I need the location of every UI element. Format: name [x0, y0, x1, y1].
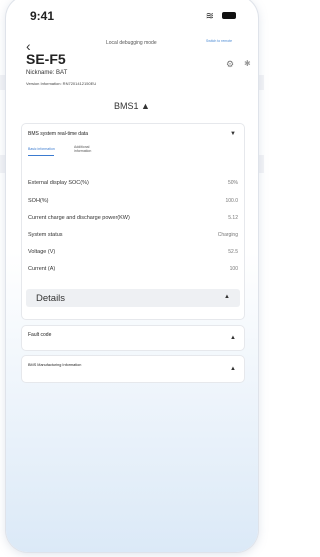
caret-up-icon: ▲ — [230, 335, 236, 341]
row-value: 5.12 — [228, 215, 238, 221]
row-label: SOH(%) — [28, 198, 49, 204]
manufacturing-panel[interactable]: BMS Manufacturing Information ▲ — [22, 356, 244, 382]
manufacturing-title: BMS Manufacturing Information — [28, 363, 82, 367]
row-label: Current charge and discharge power(KW) — [28, 215, 130, 221]
row-value: 100 — [229, 266, 238, 272]
data-row: SOH(%) 100.0 — [28, 198, 238, 209]
details-label: Details — [36, 293, 66, 304]
realtime-panel-title: BMS system real-time data — [28, 131, 89, 137]
data-row: System status Charging — [28, 232, 238, 243]
battery-icon — [222, 12, 236, 19]
gear-icon[interactable]: ⚙ — [226, 59, 234, 70]
mode-label: Local debugging mode — [106, 40, 157, 46]
device-nickname: Nickname: BAT — [26, 70, 68, 76]
data-row: Current charge and discharge power(KW) 5… — [28, 215, 238, 226]
mode-switch-link[interactable]: Switch to remote — [206, 39, 246, 49]
caret-down-icon[interactable]: ▼ — [230, 131, 236, 137]
phone-frame: 9:41 ≋ ‹ Local debugging mode Switch to … — [6, 0, 258, 552]
realtime-panel: BMS system real-time data ▼ Basic inform… — [22, 124, 244, 319]
data-row: Current (A) 100 — [28, 266, 238, 277]
row-label: System status — [28, 232, 63, 238]
bluetooth-icon[interactable]: ✱ — [244, 59, 251, 68]
row-value: Charging — [217, 232, 238, 238]
row-label: Current (A) — [28, 266, 56, 272]
caret-up-icon: ▲ — [224, 294, 230, 300]
tab-basic-info[interactable]: Basic information — [28, 147, 55, 151]
version-info: Version Information: RN7201412150EU — [26, 81, 97, 86]
bms-selector[interactable]: BMS1 ▲ — [6, 101, 258, 111]
active-tab-indicator — [28, 155, 54, 156]
status-bar: 9:41 ≋ — [6, 6, 258, 26]
tab-additional-info[interactable]: Additional information — [74, 145, 100, 153]
row-value: 52.5 — [228, 249, 238, 255]
details-toggle[interactable]: Details ▲ — [26, 289, 240, 307]
status-time: 9:41 — [30, 9, 55, 23]
data-row: External display SOC(%) 50% — [28, 180, 238, 191]
device-title: SE-F5 — [26, 51, 66, 67]
data-row: Voltage (V) 52.5 — [28, 249, 238, 260]
wifi-icon: ≋ — [205, 11, 214, 22]
caret-up-icon: ▲ — [230, 366, 236, 372]
row-value: 100.0 — [225, 198, 238, 204]
fault-code-title: Fault code — [28, 332, 52, 338]
row-label: External display SOC(%) — [28, 180, 89, 186]
fault-code-panel[interactable]: Fault code ▲ — [22, 326, 244, 350]
row-value: 50% — [227, 180, 238, 186]
row-label: Voltage (V) — [28, 249, 56, 255]
